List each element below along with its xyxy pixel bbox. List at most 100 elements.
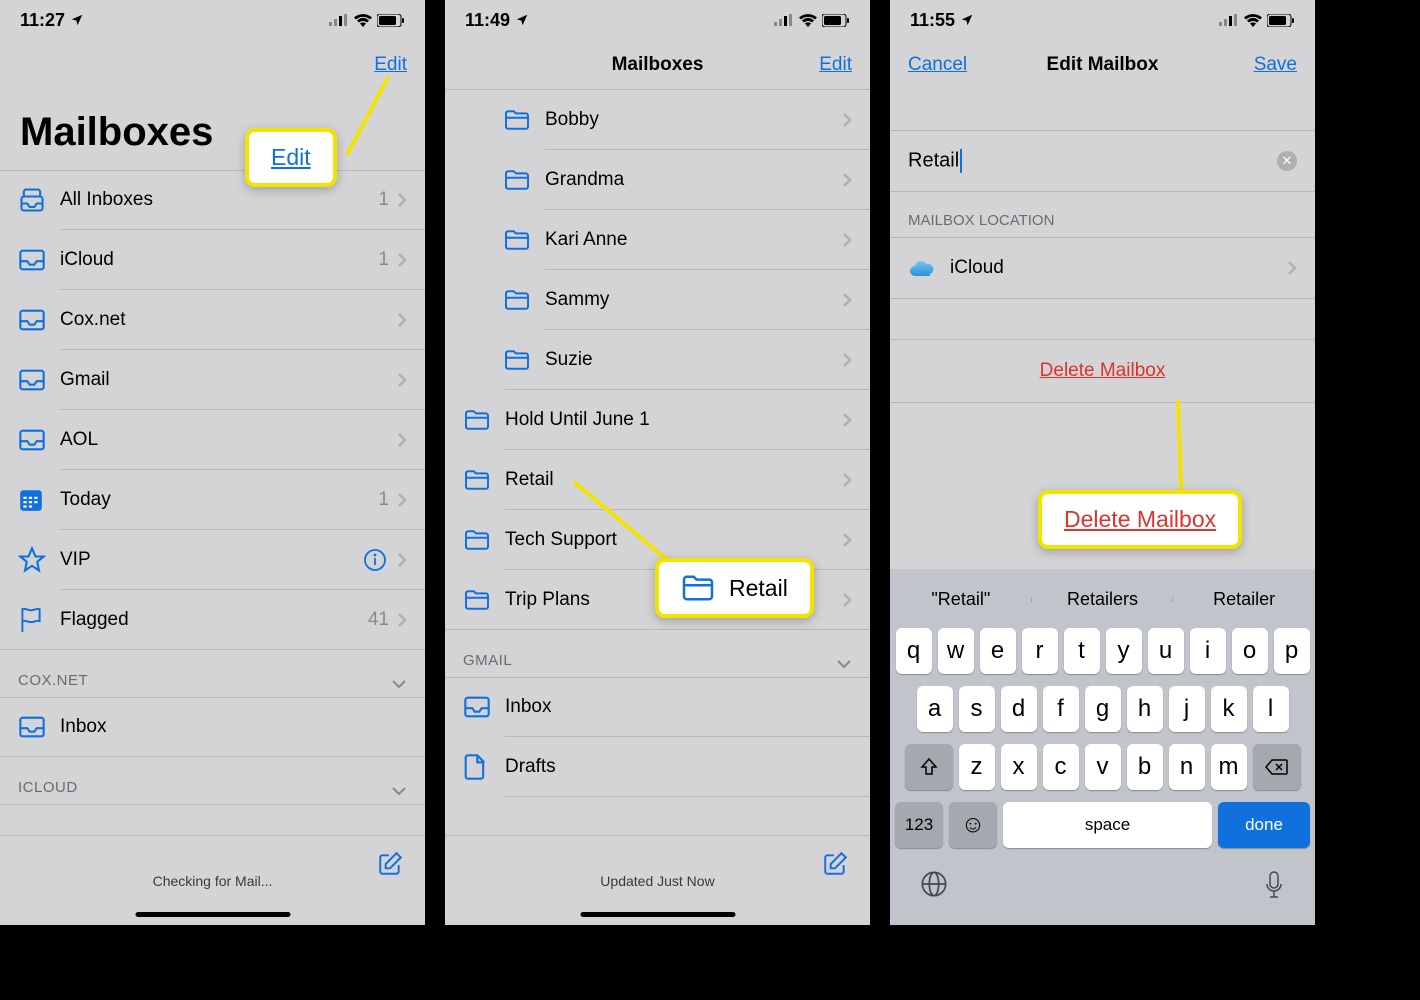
folder-row[interactable]: Hold Until June 1: [445, 390, 870, 450]
phone-screen-3: 11:55 Cancel Edit Mailbox Save Retail ✕ …: [890, 0, 1315, 925]
folder-icon: [503, 229, 531, 251]
key-t[interactable]: t: [1064, 628, 1100, 674]
delete-mailbox-button[interactable]: Delete Mailbox: [1040, 360, 1166, 381]
backspace-icon: [1265, 758, 1289, 776]
row-label: Retail: [505, 469, 842, 491]
mailbox-row-gmail-drafts[interactable]: Drafts: [445, 737, 870, 797]
chevron-right-icon: [842, 292, 852, 308]
section-header-icloud[interactable]: ICLOUD: [0, 757, 425, 804]
key-g[interactable]: g: [1085, 686, 1121, 732]
compose-icon[interactable]: [822, 851, 848, 877]
key-f[interactable]: f: [1043, 686, 1079, 732]
key-p[interactable]: p: [1274, 628, 1310, 674]
key-a[interactable]: a: [917, 686, 953, 732]
compose-icon[interactable]: [377, 851, 403, 877]
mailbox-row-gmail-inbox[interactable]: Inbox: [445, 677, 870, 737]
save-button[interactable]: Save: [1254, 54, 1297, 76]
folder-row[interactable]: Bobby: [445, 90, 870, 150]
key-r[interactable]: r: [1022, 628, 1058, 674]
cloud-icon: [908, 258, 936, 278]
phone-screen-2: 11:49 Mailboxes Edit Bobby Grandma: [445, 0, 870, 925]
row-label: AOL: [60, 429, 397, 451]
folder-row[interactable]: Suzie: [445, 330, 870, 390]
chevron-down-icon: [391, 786, 407, 796]
key-b[interactable]: b: [1127, 744, 1163, 790]
callout-label: Edit: [249, 132, 333, 183]
mailbox-row-flagged[interactable]: Flagged 41: [0, 590, 425, 650]
mailbox-row-aol[interactable]: AOL: [0, 410, 425, 470]
mailbox-row-all-inboxes[interactable]: All Inboxes 1: [0, 170, 425, 230]
suggestion[interactable]: Retailers: [1032, 589, 1174, 610]
shift-key[interactable]: [905, 744, 953, 790]
edit-button[interactable]: Edit: [819, 54, 852, 76]
row-label: Sammy: [545, 289, 842, 311]
location-icon: [515, 13, 529, 27]
mailbox-row-today[interactable]: Today 1: [0, 470, 425, 530]
row-label: Today: [60, 489, 378, 511]
key-v[interactable]: v: [1085, 744, 1121, 790]
battery-icon: [822, 14, 850, 27]
key-n[interactable]: n: [1169, 744, 1205, 790]
numbers-key[interactable]: 123: [895, 802, 943, 848]
mailbox-row-icloud[interactable]: iCloud 1: [0, 230, 425, 290]
row-count: 41: [368, 609, 389, 631]
key-x[interactable]: x: [1001, 744, 1037, 790]
nav-title: Mailboxes: [612, 54, 704, 76]
key-o[interactable]: o: [1232, 628, 1268, 674]
space-key[interactable]: space: [1003, 802, 1212, 848]
edit-button[interactable]: Edit: [374, 54, 407, 76]
callout-edit: Edit: [245, 128, 337, 187]
key-s[interactable]: s: [959, 686, 995, 732]
mailbox-name-input[interactable]: Retail: [908, 149, 1277, 173]
mic-icon[interactable]: [1263, 870, 1285, 900]
mailbox-row-cox-inbox[interactable]: Inbox: [0, 697, 425, 757]
key-d[interactable]: d: [1001, 686, 1037, 732]
folder-row-retail[interactable]: Retail: [445, 450, 870, 510]
section-label: GMAIL: [463, 652, 512, 669]
globe-icon[interactable]: [920, 870, 948, 898]
chevron-right-icon: [842, 112, 852, 128]
tray-stack-icon: [18, 186, 46, 214]
key-z[interactable]: z: [959, 744, 995, 790]
row-label: Inbox: [505, 696, 852, 718]
mailbox-row-vip[interactable]: VIP: [0, 530, 425, 590]
chevron-right-icon: [397, 612, 407, 628]
key-c[interactable]: c: [1043, 744, 1079, 790]
folder-row[interactable]: Grandma: [445, 150, 870, 210]
done-key[interactable]: done: [1218, 802, 1310, 848]
mailbox-row-cox[interactable]: Cox.net: [0, 290, 425, 350]
key-w[interactable]: w: [938, 628, 974, 674]
mailbox-row-gmail[interactable]: Gmail: [0, 350, 425, 410]
key-q[interactable]: q: [896, 628, 932, 674]
nav-bar: Cancel Edit Mailbox Save: [890, 40, 1315, 90]
chevron-down-icon: [836, 659, 852, 669]
section-header-gmail[interactable]: GMAIL: [445, 630, 870, 677]
suggestion[interactable]: Retailer: [1173, 589, 1315, 610]
folder-row[interactable]: Sammy: [445, 270, 870, 330]
folder-list: Bobby Grandma Kari Anne Sammy Suzie: [445, 90, 870, 797]
tray-icon: [18, 428, 46, 452]
key-m[interactable]: m: [1211, 744, 1247, 790]
section-header-cox[interactable]: COX.NET: [0, 650, 425, 697]
key-k[interactable]: k: [1211, 686, 1247, 732]
location-row[interactable]: iCloud: [890, 238, 1315, 298]
clear-text-icon[interactable]: ✕: [1277, 151, 1297, 171]
key-h[interactable]: h: [1127, 686, 1163, 732]
key-j[interactable]: j: [1169, 686, 1205, 732]
callout-retail: Retail: [655, 558, 814, 618]
key-l[interactable]: l: [1253, 686, 1289, 732]
nav-bar: Edit: [0, 40, 425, 90]
row-label: VIP: [60, 549, 363, 571]
folder-row[interactable]: Kari Anne: [445, 210, 870, 270]
backspace-key[interactable]: [1253, 744, 1301, 790]
emoji-key[interactable]: ☺: [949, 802, 997, 848]
nav-bar: Mailboxes Edit: [445, 40, 870, 90]
info-icon[interactable]: [363, 548, 387, 572]
key-u[interactable]: u: [1148, 628, 1184, 674]
suggestion[interactable]: "Retail": [890, 589, 1032, 610]
key-i[interactable]: i: [1190, 628, 1226, 674]
key-e[interactable]: e: [980, 628, 1016, 674]
chevron-right-icon: [397, 372, 407, 388]
cancel-button[interactable]: Cancel: [908, 54, 967, 76]
key-y[interactable]: y: [1106, 628, 1142, 674]
